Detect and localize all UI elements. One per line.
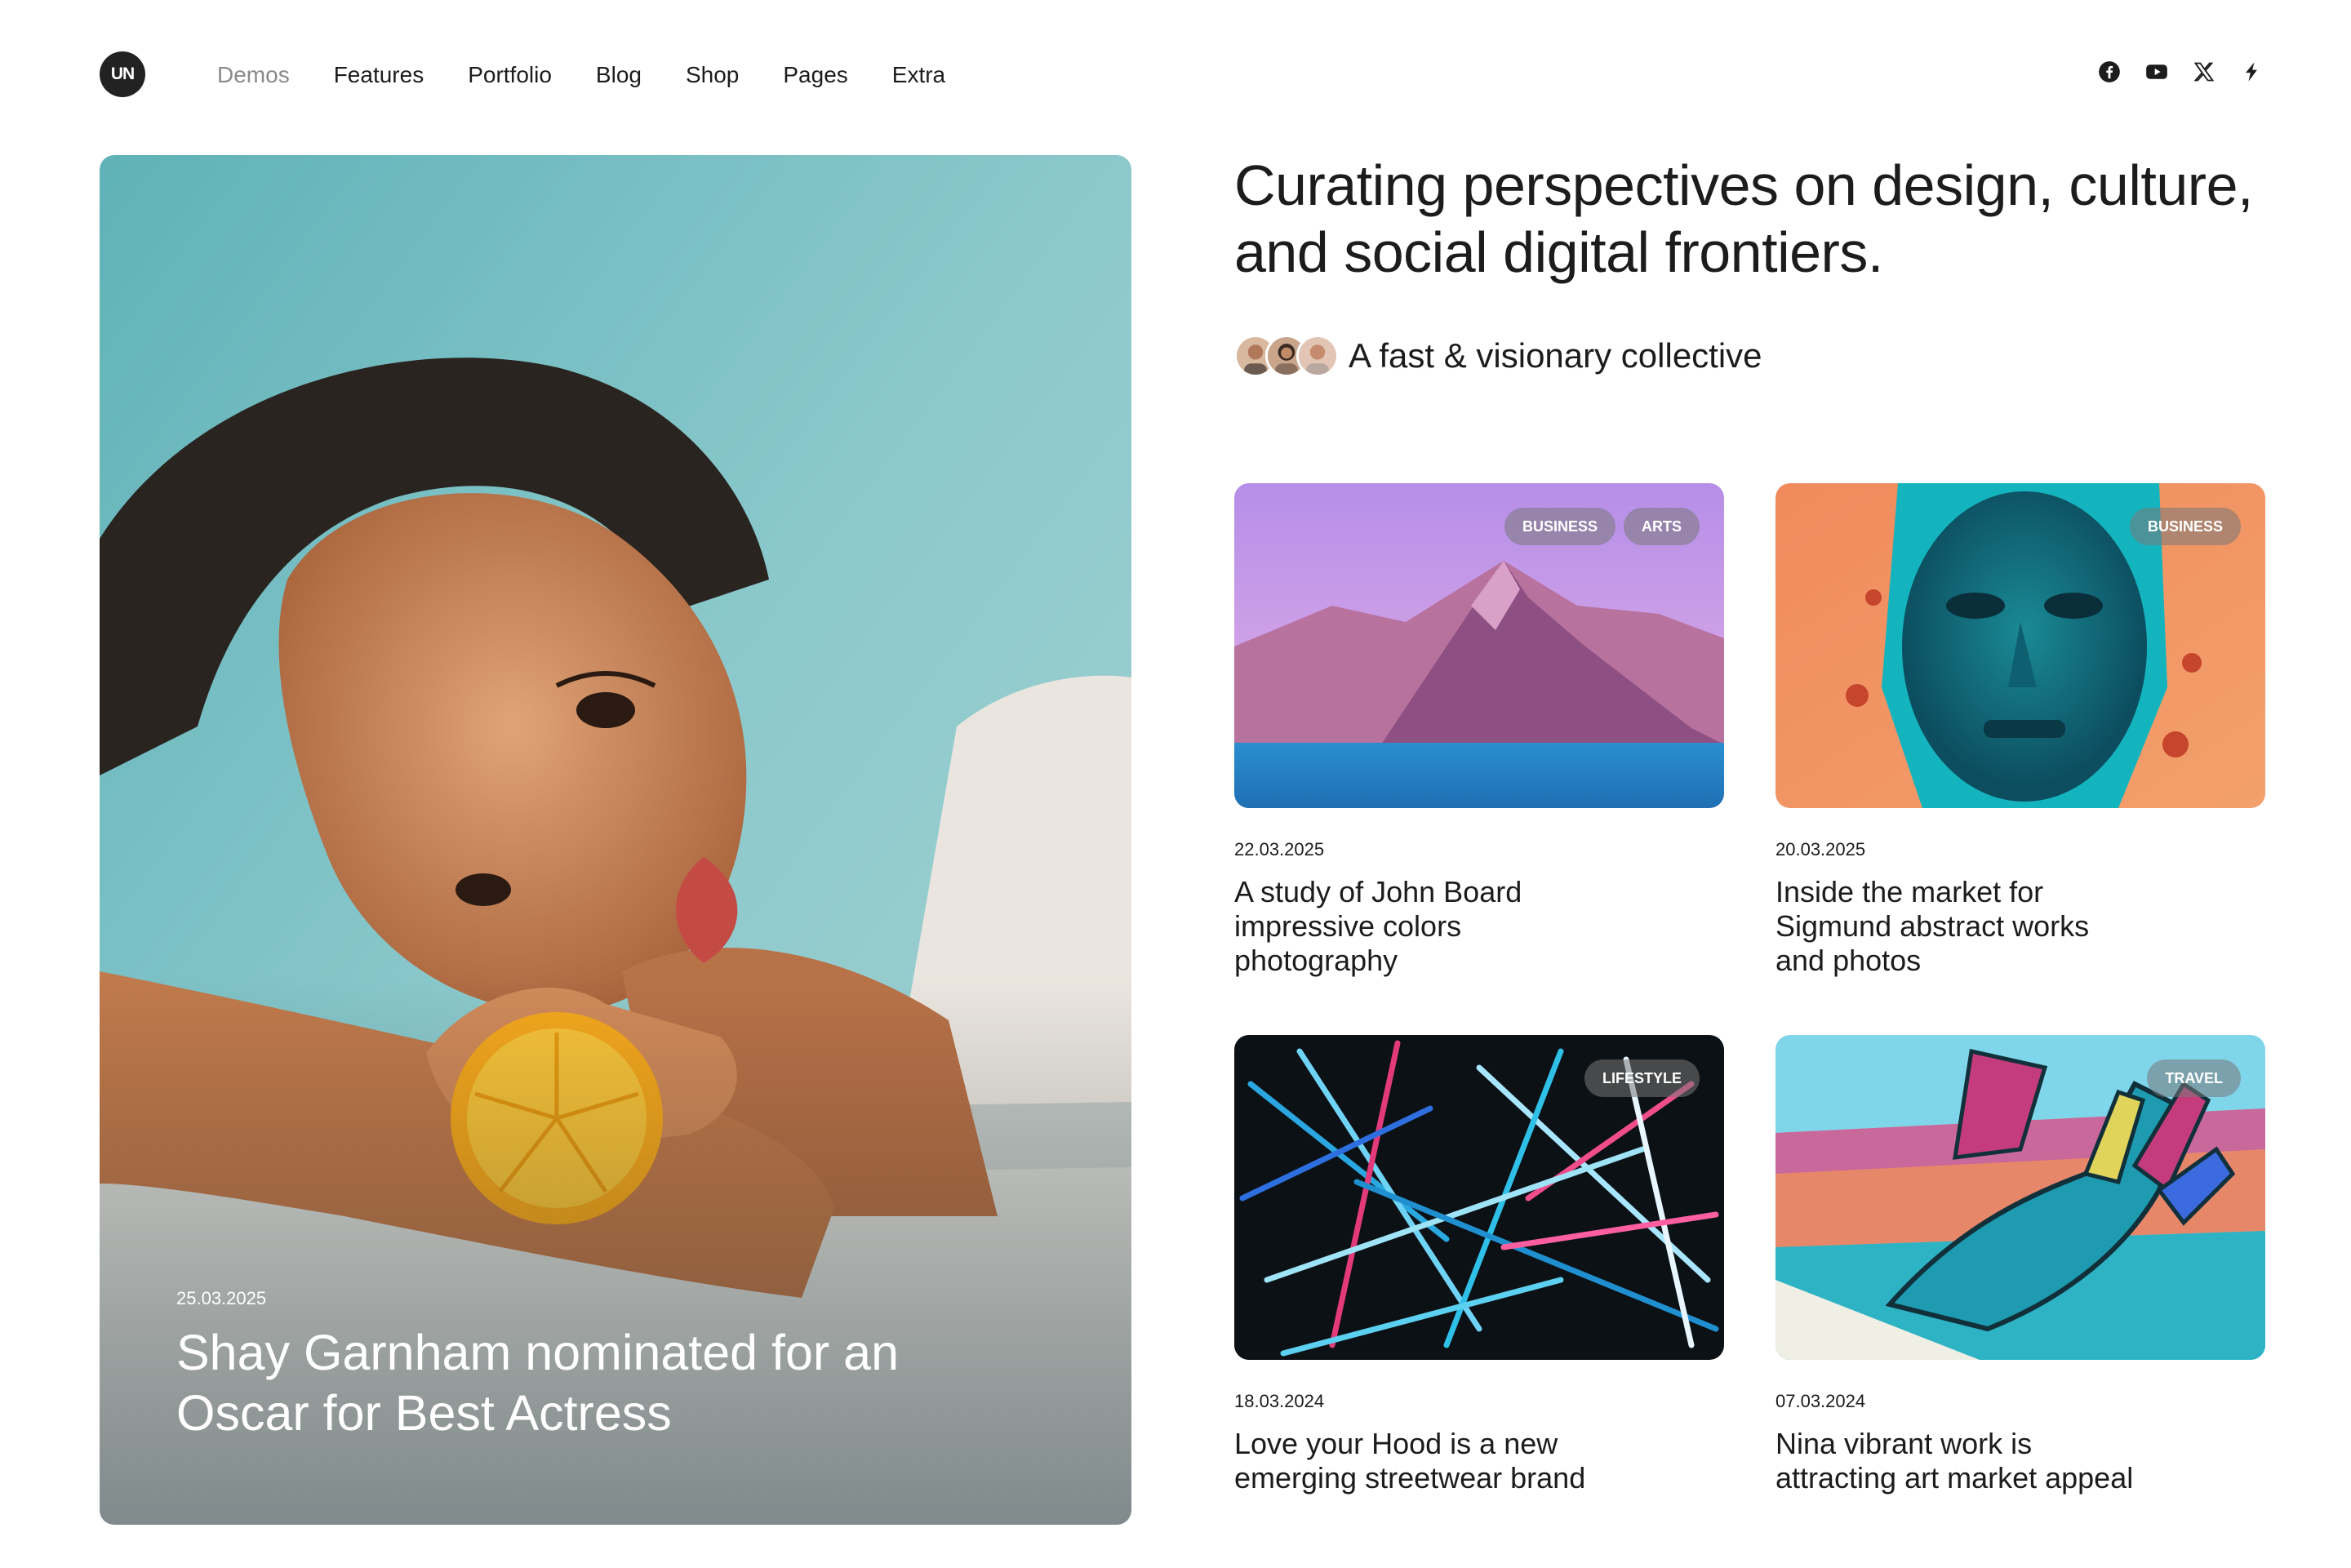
hero-date: 25.03.2025 [176,1288,267,1308]
social-links [2098,60,2263,83]
nav-demos[interactable]: Demos [217,57,290,93]
nav-pages[interactable]: Pages [783,57,847,93]
tag-business[interactable]: BUSINESS [2129,508,2241,545]
x-icon[interactable] [2193,60,2215,83]
post-title[interactable]: A study of John Board impressive colors … [1234,875,1577,978]
post-card: TRAVEL 07.03.2024 Nina vibrant work is a… [1775,1035,2265,1495]
post-title[interactable]: Love your Hood is a new emerging streetw… [1234,1427,1610,1495]
post-card: BUSINESS 20.03.2025 Inside the market fo… [1775,483,2265,978]
hero-title[interactable]: Shay Garnham nominated for an Oscar for … [176,1322,911,1443]
tag-arts[interactable]: ARTS [1624,508,1700,545]
collective-row: A fast & visionary collective [1234,335,1762,377]
threads-icon[interactable] [2240,60,2263,83]
hero-image [100,155,1131,1525]
post-date: 22.03.2025 [1234,839,1325,860]
page-headline: Curating perspectives on design, culture… [1234,153,2253,284]
post-date: 20.03.2025 [1775,839,1866,860]
nav-blog[interactable]: Blog [596,57,642,93]
avatar-group [1234,335,1339,377]
nav-portfolio[interactable]: Portfolio [468,57,552,93]
post-date: 07.03.2024 [1775,1391,1866,1411]
post-title[interactable]: Inside the market for Sigmund abstract w… [1775,875,2118,978]
collective-tagline: A fast & visionary collective [1349,336,1762,375]
site-logo[interactable]: UN [100,51,145,97]
post-card: LIFESTYLE 18.03.2024 Love your Hood is a… [1234,1035,1724,1495]
post-title[interactable]: Nina vibrant work is attracting art mark… [1775,1427,2151,1495]
tag-lifestyle[interactable]: LIFESTYLE [1584,1059,1700,1097]
post-thumbnail[interactable]: BUSINESS ARTS [1234,483,1724,808]
nav-extra[interactable]: Extra [892,57,945,93]
post-card: BUSINESS ARTS 22.03.2025 A study of John… [1234,483,1724,978]
tag-business[interactable]: BUSINESS [1504,508,1615,545]
hero-feature-card[interactable]: 25.03.2025 Shay Garnham nominated for an… [100,155,1131,1525]
post-tags: LIFESTYLE [1584,1059,1700,1097]
nav-shop[interactable]: Shop [686,57,739,93]
avatar [1296,335,1339,377]
tag-travel[interactable]: TRAVEL [2147,1059,2241,1097]
post-thumbnail[interactable]: BUSINESS [1775,483,2265,808]
youtube-icon[interactable] [2145,60,2168,83]
main-nav: Demos Features Portfolio Blog Shop Pages… [217,57,989,93]
post-date: 18.03.2024 [1234,1391,1325,1411]
facebook-icon[interactable] [2098,60,2121,83]
post-tags: BUSINESS ARTS [1504,508,1700,545]
post-thumbnail[interactable]: LIFESTYLE [1234,1035,1724,1360]
post-tags: BUSINESS [2129,508,2241,545]
post-tags: TRAVEL [2147,1059,2241,1097]
nav-features[interactable]: Features [334,57,424,93]
post-thumbnail[interactable]: TRAVEL [1775,1035,2265,1360]
